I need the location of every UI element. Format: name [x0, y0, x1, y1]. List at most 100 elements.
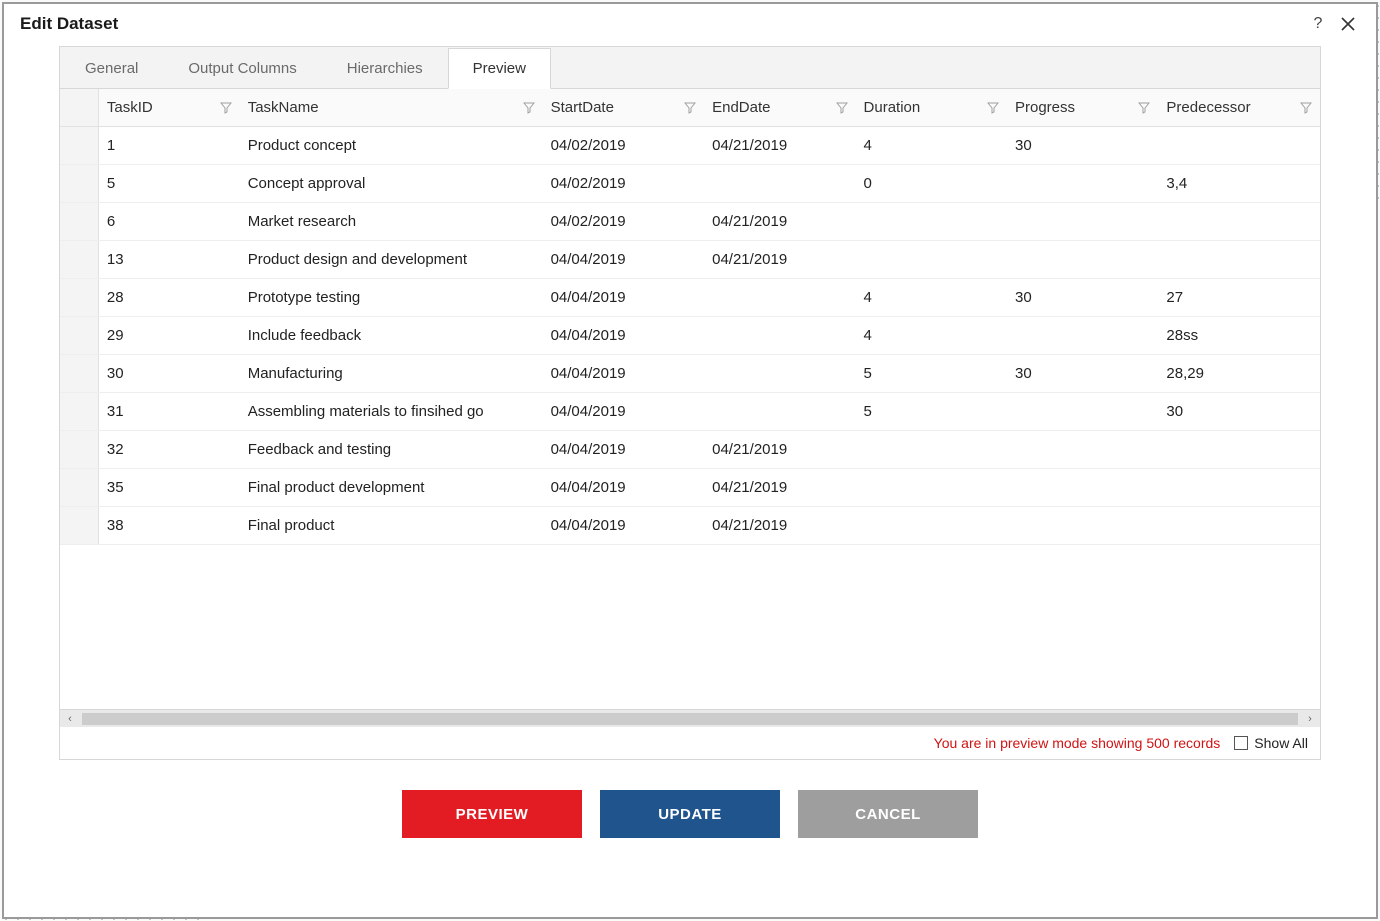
- cell-startdate: 04/04/2019: [543, 469, 705, 507]
- table-row[interactable]: 28Prototype testing04/04/201943027: [60, 279, 1320, 317]
- tab-hierarchies[interactable]: Hierarchies: [322, 48, 448, 89]
- row-header-cell: [60, 469, 98, 507]
- preview-mode-message: You are in preview mode showing 500 reco…: [934, 735, 1221, 751]
- cell-startdate: 04/04/2019: [543, 355, 705, 393]
- cell-startdate: 04/04/2019: [543, 393, 705, 431]
- filter-icon[interactable]: [1138, 102, 1150, 114]
- table-row[interactable]: 35Final product development04/04/201904/…: [60, 469, 1320, 507]
- cell-taskname: Market research: [240, 203, 543, 241]
- cell-taskname: Final product development: [240, 469, 543, 507]
- row-header-cell: [60, 279, 98, 317]
- cell-taskname: Product concept: [240, 127, 543, 165]
- cell-taskid: 1: [98, 127, 239, 165]
- cell-duration: 5: [856, 393, 1007, 431]
- filter-icon[interactable]: [836, 102, 848, 114]
- cell-taskid: 32: [98, 431, 239, 469]
- cell-enddate: [704, 355, 855, 393]
- grid-scroll-area[interactable]: TaskID TaskName StartDate EndDate Duration Pr…: [60, 89, 1320, 709]
- cell-duration: [856, 203, 1007, 241]
- cell-startdate: 04/04/2019: [543, 317, 705, 355]
- column-header-duration[interactable]: Duration: [856, 89, 1007, 127]
- cell-duration: [856, 241, 1007, 279]
- cell-progress: [1007, 393, 1158, 431]
- horizontal-scrollbar[interactable]: ‹ ›: [60, 709, 1320, 727]
- table-row[interactable]: 38Final product04/04/201904/21/2019: [60, 507, 1320, 545]
- table-row[interactable]: 30Manufacturing04/04/201953028,29: [60, 355, 1320, 393]
- column-label: Duration: [864, 99, 979, 116]
- column-label: Progress: [1015, 99, 1130, 116]
- cell-progress: [1007, 317, 1158, 355]
- show-all-checkbox[interactable]: Show All: [1234, 735, 1308, 751]
- data-grid: TaskID TaskName StartDate EndDate Duration Pr…: [60, 89, 1320, 709]
- checkbox-icon: [1234, 736, 1248, 750]
- scroll-track[interactable]: [82, 713, 1298, 725]
- cell-progress: [1007, 469, 1158, 507]
- table-row[interactable]: 1Product concept04/02/201904/21/2019430: [60, 127, 1320, 165]
- help-icon[interactable]: ?: [1306, 12, 1330, 36]
- cell-enddate: 04/21/2019: [704, 127, 855, 165]
- cell-startdate: 04/04/2019: [543, 279, 705, 317]
- table-row[interactable]: 32Feedback and testing04/04/201904/21/20…: [60, 431, 1320, 469]
- cancel-button[interactable]: CANCEL: [798, 790, 978, 838]
- cell-predecessor: 27: [1158, 279, 1320, 317]
- column-header-predecessor[interactable]: Predecessor: [1158, 89, 1320, 127]
- column-header-progress[interactable]: Progress: [1007, 89, 1158, 127]
- dialog-buttons: PREVIEW UPDATE CANCEL: [4, 760, 1376, 858]
- close-icon[interactable]: [1336, 12, 1360, 36]
- row-header-cell: [60, 431, 98, 469]
- cell-taskname: Product design and development: [240, 241, 543, 279]
- grid-header-row: TaskID TaskName StartDate EndDate Duration Pr…: [60, 89, 1320, 127]
- cell-predecessor: [1158, 507, 1320, 545]
- row-header-cell: [60, 127, 98, 165]
- cell-progress: [1007, 507, 1158, 545]
- cell-enddate: 04/21/2019: [704, 469, 855, 507]
- cell-progress: 30: [1007, 127, 1158, 165]
- scroll-right-icon[interactable]: ›: [1300, 713, 1320, 725]
- column-header-taskid[interactable]: TaskID: [98, 89, 239, 127]
- cell-taskname: Final product: [240, 507, 543, 545]
- column-label: StartDate: [551, 99, 677, 116]
- dialog-header: Edit Dataset ?: [4, 4, 1376, 46]
- filter-icon[interactable]: [1300, 102, 1312, 114]
- cell-startdate: 04/04/2019: [543, 507, 705, 545]
- row-header-cell: [60, 507, 98, 545]
- column-header-enddate[interactable]: EndDate: [704, 89, 855, 127]
- cell-predecessor: 3,4: [1158, 165, 1320, 203]
- cell-duration: 4: [856, 127, 1007, 165]
- table-row[interactable]: 6Market research04/02/201904/21/2019: [60, 203, 1320, 241]
- table-row[interactable]: 29Include feedback04/04/2019428ss: [60, 317, 1320, 355]
- table-row[interactable]: 13Product design and development04/04/20…: [60, 241, 1320, 279]
- tab-output-columns[interactable]: Output Columns: [163, 48, 321, 89]
- scroll-left-icon[interactable]: ‹: [60, 713, 80, 725]
- column-header-startdate[interactable]: StartDate: [543, 89, 705, 127]
- dialog-title: Edit Dataset: [20, 14, 1300, 34]
- filter-icon[interactable]: [684, 102, 696, 114]
- cell-predecessor: [1158, 431, 1320, 469]
- grid-table: TaskID TaskName StartDate EndDate Duration Pr…: [60, 89, 1320, 545]
- cell-predecessor: 28ss: [1158, 317, 1320, 355]
- column-label: TaskName: [248, 99, 515, 116]
- filter-icon[interactable]: [220, 102, 232, 114]
- cell-progress: 30: [1007, 279, 1158, 317]
- filter-icon[interactable]: [523, 102, 535, 114]
- row-header-cell: [60, 165, 98, 203]
- update-button[interactable]: UPDATE: [600, 790, 780, 838]
- cell-taskid: 30: [98, 355, 239, 393]
- cell-enddate: [704, 317, 855, 355]
- tab-bar: GeneralOutput ColumnsHierarchiesPreview: [60, 47, 1320, 89]
- cell-taskname: Include feedback: [240, 317, 543, 355]
- tab-preview[interactable]: Preview: [448, 48, 551, 89]
- cell-enddate: 04/21/2019: [704, 507, 855, 545]
- cell-taskid: 38: [98, 507, 239, 545]
- cell-predecessor: [1158, 241, 1320, 279]
- content-area: GeneralOutput ColumnsHierarchiesPreview …: [59, 46, 1321, 760]
- column-header-taskname[interactable]: TaskName: [240, 89, 543, 127]
- row-header-cell: [60, 393, 98, 431]
- table-row[interactable]: 5Concept approval04/02/201903,4: [60, 165, 1320, 203]
- tab-general[interactable]: General: [60, 48, 163, 89]
- cell-predecessor: [1158, 127, 1320, 165]
- preview-button[interactable]: PREVIEW: [402, 790, 582, 838]
- filter-icon[interactable]: [987, 102, 999, 114]
- table-row[interactable]: 31Assembling materials to finsihed go04/…: [60, 393, 1320, 431]
- cell-duration: [856, 507, 1007, 545]
